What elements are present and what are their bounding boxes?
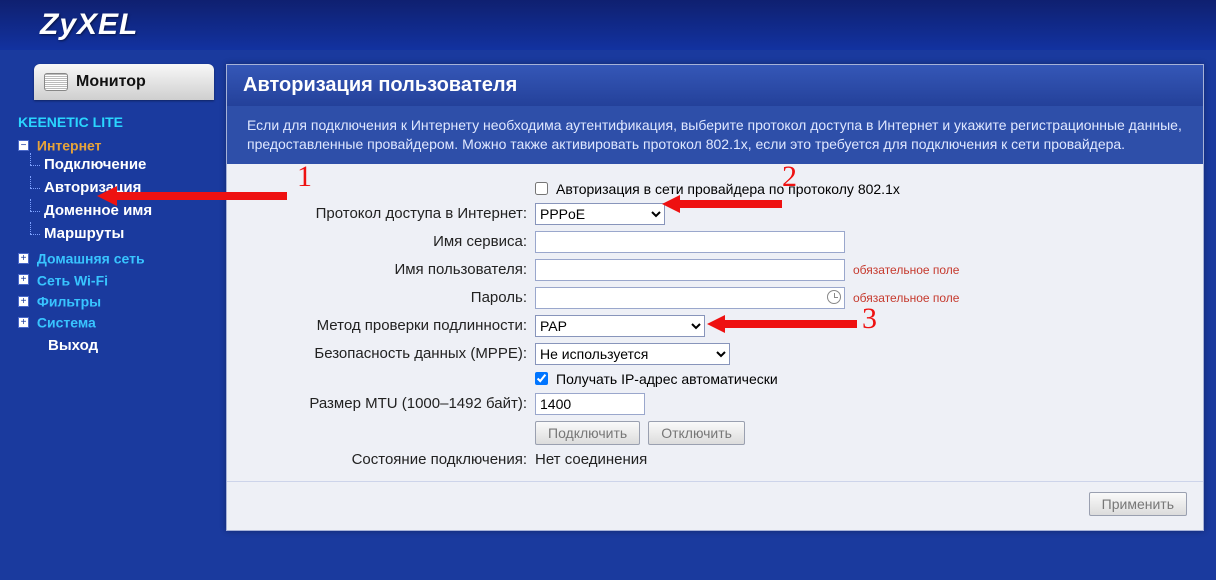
brand-logo: ZyXEL: [40, 8, 138, 42]
chk-autoip-label: Получать IP-адрес автоматически: [556, 371, 778, 387]
nav-homenet-label: Домашняя сеть: [37, 251, 145, 267]
monitor-tab[interactable]: Монитор: [34, 64, 214, 100]
nav-exit[interactable]: Выход: [18, 334, 226, 357]
nav-system-label: Система: [37, 314, 96, 330]
password-input[interactable]: [535, 287, 845, 309]
panel-title: Авторизация пользователя: [227, 65, 1203, 106]
subnav-domain[interactable]: Доменное имя: [44, 199, 226, 222]
subnav-routes[interactable]: Маршруты: [44, 222, 226, 245]
protocol-select[interactable]: PPPoE: [535, 203, 665, 225]
user-label: Имя пользователя:: [245, 261, 535, 278]
expand-icon[interactable]: +: [18, 274, 29, 285]
disconnect-button[interactable]: Отключить: [648, 421, 745, 445]
monitor-icon: [44, 73, 68, 91]
top-bar: ZyXEL: [0, 0, 1216, 50]
connect-button[interactable]: Подключить: [535, 421, 640, 445]
required-hint: обязательное поле: [853, 263, 959, 277]
nav-wifi[interactable]: + Сеть Wi-Fi: [18, 269, 226, 290]
chk-autoip[interactable]: [535, 372, 548, 385]
mtu-label: Размер MTU (1000–1492 байт):: [245, 395, 535, 412]
service-label: Имя сервиса:: [245, 233, 535, 250]
status-value: Нет соединения: [535, 451, 647, 468]
apply-button[interactable]: Применить: [1089, 492, 1187, 516]
panel-description: Если для подключения к Интернету необход…: [227, 106, 1203, 164]
sidebar: Монитор KEENETIC LITE − Интернет Подключ…: [0, 50, 226, 580]
status-label: Состояние подключения:: [245, 451, 535, 468]
nav-system[interactable]: + Система: [18, 311, 226, 332]
mppe-label: Безопасность данных (MPPE):: [245, 345, 535, 362]
nav-filters-label: Фильтры: [37, 293, 101, 309]
nav-homenet[interactable]: + Домашняя сеть: [18, 247, 226, 268]
expand-icon[interactable]: +: [18, 317, 29, 328]
protocol-label: Протокол доступа в Интернет:: [245, 205, 535, 222]
nav-internet-label: Интернет: [37, 137, 102, 153]
mppe-select[interactable]: Не используется: [535, 343, 730, 365]
subnav-authorization[interactable]: Авторизация: [44, 176, 226, 199]
service-input[interactable]: [535, 231, 845, 253]
auth-method-select[interactable]: PAP: [535, 315, 705, 337]
chk-8021x[interactable]: [535, 182, 548, 195]
settings-panel: Авторизация пользователя Если для подклю…: [226, 64, 1204, 531]
subnav-connection[interactable]: Подключение: [44, 153, 226, 176]
required-hint: обязательное поле: [853, 291, 959, 305]
mtu-input[interactable]: [535, 393, 645, 415]
collapse-icon[interactable]: −: [18, 140, 29, 151]
password-label: Пароль:: [245, 289, 535, 306]
monitor-label: Монитор: [76, 73, 146, 91]
expand-icon[interactable]: +: [18, 253, 29, 264]
nav-wifi-label: Сеть Wi-Fi: [37, 272, 108, 288]
chk-8021x-label: Авторизация в сети провайдера по протоко…: [556, 181, 900, 197]
username-input[interactable]: [535, 259, 845, 281]
nav-internet[interactable]: − Интернет Подключение Авторизация Домен…: [18, 134, 226, 247]
nav-filters[interactable]: + Фильтры: [18, 290, 226, 311]
device-title: KEENETIC LITE: [0, 110, 226, 134]
auth-method-label: Метод проверки подлинности:: [245, 317, 535, 334]
history-icon: [827, 290, 841, 304]
expand-icon[interactable]: +: [18, 296, 29, 307]
